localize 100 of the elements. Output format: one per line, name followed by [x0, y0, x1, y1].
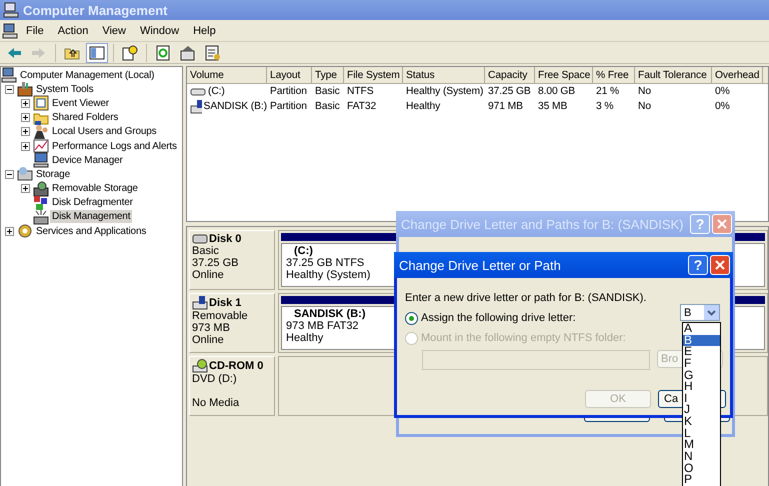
expand-button[interactable]: [20, 142, 30, 151]
dialog-title: Change Drive Letter and Paths for B: (SANDISK): [401, 216, 685, 232]
expand-button[interactable]: [20, 127, 30, 136]
dialog-prompt: Enter a new drive letter or path for B: (SANDISK).: [405, 291, 646, 306]
column-header[interactable]: File System: [344, 67, 403, 84]
column-header[interactable]: % Free: [593, 67, 635, 84]
disk-status: Online: [192, 269, 225, 281]
menu-item[interactable]: Help: [187, 22, 222, 38]
list-option[interactable]: K: [683, 416, 720, 428]
tree-item[interactable]: Performance Logs and Alerts: [50, 140, 179, 153]
column-header[interactable]: Free Space: [535, 67, 593, 84]
tree-item[interactable]: Event Viewer: [50, 96, 111, 110]
tree-view-icon: [89, 44, 105, 60]
menu-item[interactable]: File: [20, 22, 50, 38]
computer-icon[interactable]: [2, 22, 18, 38]
event-log-icon: [33, 95, 49, 112]
column-header[interactable]: Fault Tolerance: [635, 67, 712, 84]
partition-name: SANDISK (B:): [293, 308, 366, 320]
list-option[interactable]: A: [683, 323, 720, 335]
table-cell: (C:): [208, 86, 225, 97]
column-header[interactable]: Layout: [267, 67, 312, 84]
help-button[interactable]: ?: [688, 255, 708, 275]
tree-item[interactable]: Services and Applications: [34, 224, 148, 238]
tree-item[interactable]: Computer Management (Local): [18, 68, 156, 82]
table-cell: FAT32: [347, 101, 376, 112]
list-option[interactable]: L: [683, 428, 720, 440]
table-cell: Partition: [270, 101, 307, 112]
column-header[interactable]: Status: [403, 67, 485, 84]
partition-detail: 37.25 GB NTFS: [286, 257, 364, 269]
disk-status: Online: [192, 334, 225, 346]
storage-icon: [17, 166, 33, 182]
disk-size: 973 MB: [192, 322, 231, 334]
disk-type: Basic: [192, 245, 220, 257]
tree-item[interactable]: Local Users and Groups: [50, 125, 159, 138]
list-option[interactable]: P: [683, 474, 720, 486]
list-option[interactable]: F: [683, 358, 720, 370]
tree-item[interactable]: Removable Storage: [50, 182, 140, 196]
table-cell: Healthy (System): [406, 86, 484, 97]
list-option[interactable]: H: [683, 381, 720, 393]
monitor-icon: [33, 152, 49, 168]
drive-letter-dropdown[interactable]: B: [680, 304, 720, 321]
export-icon: [205, 44, 221, 60]
collapse-button[interactable]: [4, 170, 14, 179]
menu-item[interactable]: View: [96, 22, 132, 38]
collapse-button[interactable]: [4, 84, 14, 94]
list-option[interactable]: J: [683, 404, 720, 416]
partition-detail: 973 MB FAT32: [286, 320, 359, 332]
tree-item[interactable]: System Tools: [34, 82, 96, 96]
list-option[interactable]: M: [683, 439, 720, 452]
partition-status: Healthy (System): [286, 269, 370, 281]
computer-icon: [3, 2, 19, 18]
table-cell: 21 %: [596, 86, 620, 97]
menu-item[interactable]: Window: [134, 22, 186, 38]
list-option[interactable]: I: [683, 392, 720, 404]
table-cell: Basic: [315, 86, 340, 97]
drive-icon: [190, 86, 206, 98]
table-cell: 3 %: [596, 101, 614, 112]
tree-item[interactable]: Disk Management: [50, 210, 132, 224]
column-header[interactable]: Capacity: [485, 67, 535, 84]
table-cell: Healthy: [406, 101, 440, 112]
table-cell: 971 MB: [488, 101, 523, 112]
gear-icon: [17, 223, 33, 240]
defrag-icon: [33, 194, 49, 211]
list-option[interactable]: N: [683, 451, 720, 463]
tree-item[interactable]: Device Manager: [50, 154, 125, 167]
disk-name: Disk 0: [209, 233, 242, 245]
tree-item[interactable]: Storage: [34, 168, 72, 181]
disk-type: DVD (D:): [192, 373, 238, 385]
cd-drive-icon: [192, 359, 208, 373]
table-cell: Basic: [315, 101, 340, 112]
removable-drive-icon: [190, 100, 202, 114]
expand-button[interactable]: [20, 184, 30, 194]
disk-label-panel[interactable]: CD-ROM 0 DVD (D:) No Media: [189, 356, 275, 416]
disk-status: No Media: [192, 397, 240, 409]
expand-button[interactable]: [20, 113, 30, 122]
disk-label-panel[interactable]: Disk 1 Removable 973 MB Online: [189, 293, 275, 353]
users-icon: [33, 124, 49, 140]
disk-icon: [33, 208, 49, 225]
table-cell: SANDISK (B:): [204, 101, 267, 112]
tree-item[interactable]: Disk Defragmenter: [50, 196, 135, 210]
toolbar-button[interactable]: [86, 42, 108, 62]
disk-label-panel[interactable]: Disk 0 Basic 37.25 GB Online: [189, 230, 275, 290]
list-option[interactable]: E: [683, 346, 720, 358]
radio-label: Assign the following drive letter:: [421, 312, 576, 324]
list-option[interactable]: G: [683, 370, 720, 382]
dialog-title: Change Drive Letter or Path: [399, 258, 562, 272]
column-header[interactable]: Volume: [187, 67, 267, 84]
radio-button[interactable]: [405, 312, 418, 324]
column-header[interactable]: Overhead: [712, 67, 763, 84]
help-icon: [122, 44, 138, 60]
tree-item[interactable]: Shared Folders: [50, 111, 120, 124]
column-header[interactable]: Type: [312, 67, 344, 84]
list-option[interactable]: B: [683, 334, 720, 346]
disk-name: CD-ROM 0: [209, 360, 264, 372]
expand-button[interactable]: [4, 226, 14, 236]
expand-button[interactable]: [20, 98, 30, 108]
refresh-icon: [155, 44, 171, 60]
close-button[interactable]: [710, 255, 730, 275]
list-option[interactable]: O: [683, 462, 720, 474]
menu-item[interactable]: Action: [52, 22, 94, 38]
